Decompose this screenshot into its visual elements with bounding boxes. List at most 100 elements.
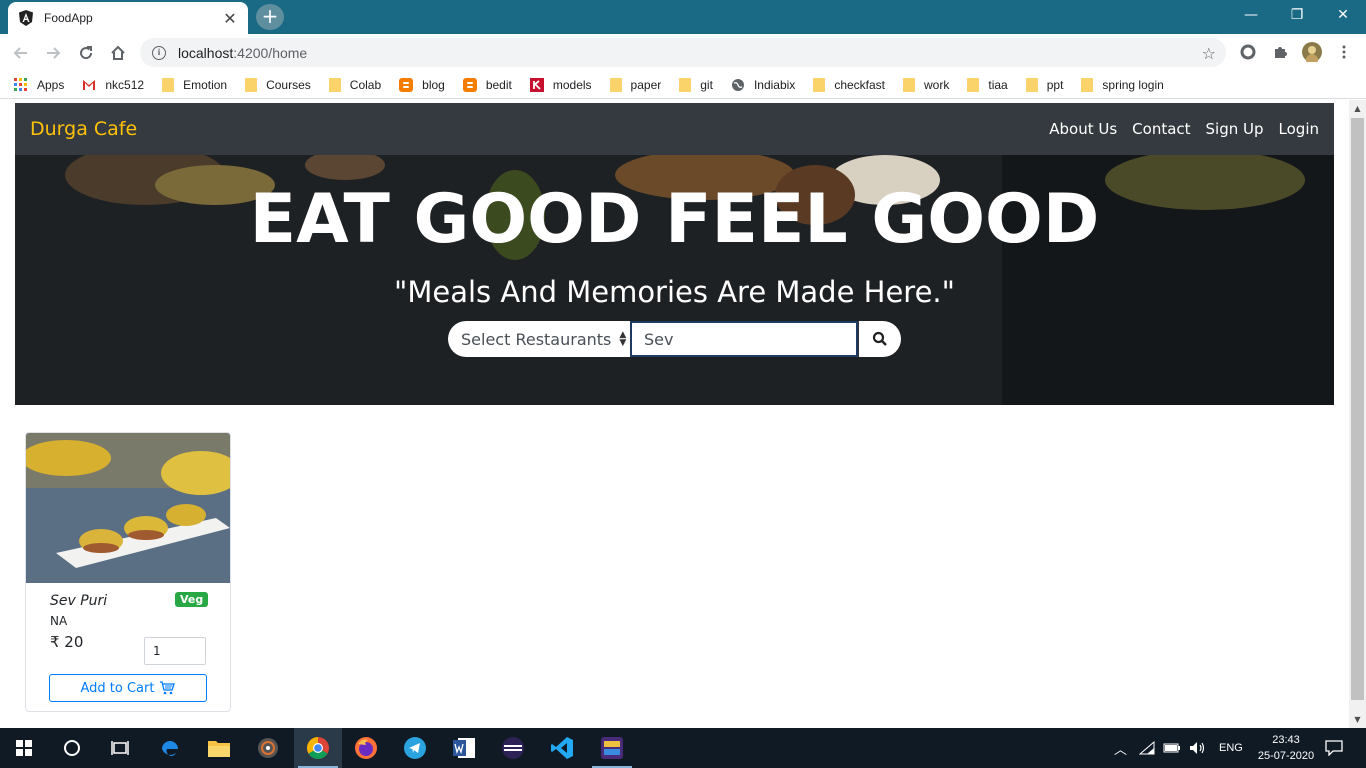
taskbar-clock[interactable]: 23:43 25-07-2020 [1256,732,1316,764]
back-button[interactable] [10,42,32,64]
add-to-cart-button[interactable]: Add to Cart [49,674,207,702]
bookmark-blog[interactable]: blog [399,77,445,92]
product-price: ₹ 20 [50,633,84,651]
hero-banner: EAT GOOD FEEL GOOD "Meals And Memories A… [15,155,1334,405]
restore-button[interactable]: ❐ [1274,0,1320,30]
nav-contact[interactable]: Contact [1132,120,1190,138]
page-viewport: Durga Cafe About Us Contact Sign Up Logi… [0,100,1366,728]
bookmark-indiabix[interactable]: Indiabix [731,78,795,92]
search-button[interactable] [858,321,901,357]
site-brand[interactable]: Durga Cafe [30,118,137,140]
taskbar-firefox[interactable] [342,728,390,768]
folder-icon [967,77,980,92]
folder-icon [679,77,692,92]
folder-icon [328,77,341,92]
bookmark-spring-login[interactable]: spring login [1081,77,1164,92]
bookmark-star-icon[interactable]: ☆ [1202,44,1216,63]
scroll-up-arrow-icon[interactable]: ▲ [1349,100,1366,117]
bookmark-git[interactable]: git [679,77,713,92]
browser-tab[interactable]: FoodApp ✕ [8,2,248,34]
globe-icon [731,78,744,91]
blogger-icon [462,77,477,92]
task-view-icon [111,741,129,755]
notifications-button[interactable] [1310,728,1358,768]
k-icon [529,77,544,92]
address-bar: i localhost:4200/home ☆ [0,34,1366,71]
taskbar-vscode[interactable] [538,728,586,768]
taskbar-edge[interactable] [146,728,194,768]
back-arrow-icon [13,47,27,59]
hero-subtitle: "Meals And Memories Are Made Here." [394,275,955,309]
scroll-down-arrow-icon[interactable]: ▼ [1349,711,1366,728]
battery-icon[interactable] [1163,742,1181,754]
bookmark-colab[interactable]: Colab [328,77,381,92]
site-info-icon[interactable]: i [152,45,166,60]
nav-login[interactable]: Login [1279,120,1319,138]
volume-icon[interactable] [1189,741,1207,755]
folder-icon [1081,77,1094,92]
url-bar[interactable]: i localhost:4200/home ☆ [140,38,1226,67]
search-taskbar-button[interactable] [48,728,96,768]
bookmark-ppt[interactable]: ppt [1025,77,1063,92]
taskbar-media-app[interactable] [244,728,292,768]
show-hidden-icons-chevron-icon[interactable]: ︿ [1114,739,1127,758]
extensions-puzzle-icon[interactable] [1270,42,1290,62]
network-icon[interactable] [1139,741,1155,755]
cortana-circle-icon [64,740,80,756]
bookmark-work[interactable]: work [903,77,949,92]
bookmark-tiaa[interactable]: tiaa [967,77,1008,92]
start-button[interactable] [0,728,48,768]
product-image [26,433,230,583]
folder-icon [1025,77,1038,92]
bookmark-courses[interactable]: Courses [245,77,311,92]
hero-title: EAT GOOD FEEL GOOD [249,180,1100,259]
forward-button[interactable] [42,42,64,64]
folder-icon [813,77,826,92]
scroll-thumb[interactable] [1351,118,1364,700]
reload-icon [80,46,93,60]
bookmark-checkfast[interactable]: checkfast [813,77,885,92]
bookmark-emotion[interactable]: Emotion [162,77,227,92]
quantity-input[interactable] [144,637,206,665]
nav-about-us[interactable]: About Us [1049,120,1117,138]
close-window-button[interactable]: ✕ [1320,0,1366,30]
new-tab-button[interactable]: + [256,4,284,30]
restaurant-select[interactable]: Select Restaurants ▲ ▼ [448,321,630,357]
taskbar-file-explorer[interactable] [195,728,243,768]
bookmark-bedit[interactable]: bedit [462,77,512,92]
close-tab-icon[interactable]: ✕ [222,9,238,28]
url-text: localhost:4200/home [178,44,308,61]
search-input[interactable] [630,321,858,357]
windows-logo-icon [16,740,32,756]
bookmark-apps[interactable]: Apps [14,77,64,92]
home-button[interactable] [107,42,129,64]
reload-button[interactable] [75,42,97,64]
angular-icon [19,10,33,26]
minimize-button[interactable]: — [1228,0,1274,30]
nav-links: About Us Contact Sign Up Login [1034,120,1319,138]
bookmark-paper[interactable]: paper [609,77,661,92]
action-center-icon [1325,740,1343,756]
vertical-scrollbar[interactable]: ▲ ▼ [1349,100,1366,728]
taskbar-game-app[interactable] [588,728,636,768]
nav-sign-up[interactable]: Sign Up [1206,120,1264,138]
eclipse-icon [502,737,524,759]
taskbar-chrome[interactable] [294,728,342,768]
firefox-icon [355,737,377,759]
taskbar-telegram[interactable] [391,728,439,768]
task-view-button[interactable] [96,728,144,768]
profile-avatar[interactable] [1302,42,1322,62]
language-indicator[interactable]: ENG [1219,742,1243,754]
chrome-menu-icon[interactable] [1334,42,1354,62]
folder-icon [208,741,230,757]
folder-icon [903,77,916,92]
bookmark-models[interactable]: models [529,77,592,92]
game-app-icon [601,737,623,759]
taskbar-eclipse[interactable] [489,728,537,768]
telegram-icon [404,737,426,759]
word-icon [453,738,475,758]
bookmark-nkc512[interactable]: nkc512 [82,78,144,92]
extension-circle-icon[interactable] [1238,42,1258,62]
taskbar-word[interactable] [440,728,488,768]
folder-icon [245,77,258,92]
